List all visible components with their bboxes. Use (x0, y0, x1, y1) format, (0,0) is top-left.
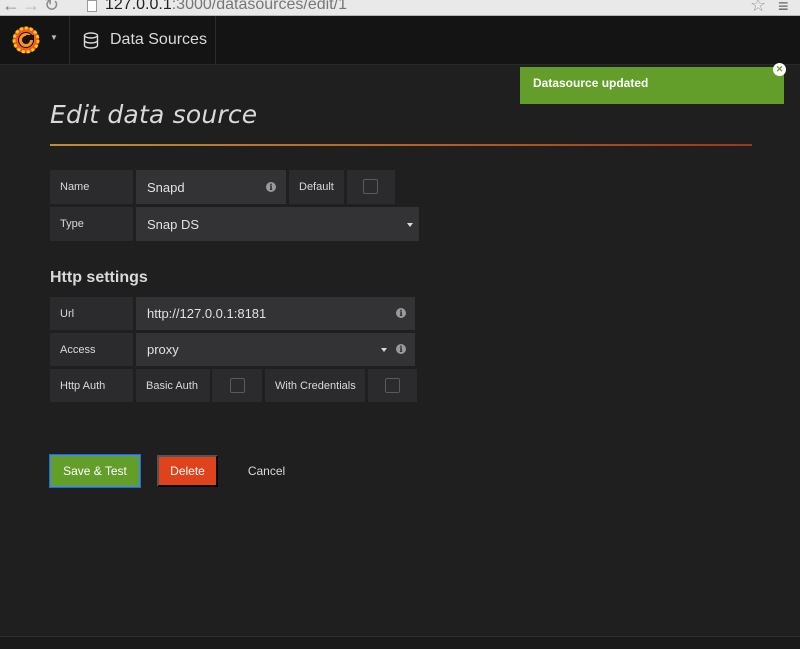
toast-message: Datasource updated (533, 76, 649, 90)
cancel-link[interactable]: Cancel (235, 455, 298, 487)
close-icon[interactable]: ✕ (773, 63, 786, 76)
header-divider (50, 144, 752, 146)
top-navbar: ▼ Data Sources (0, 16, 800, 65)
bookmark-star-icon[interactable]: ☆ (750, 0, 766, 16)
url-label: Url (50, 297, 133, 330)
back-arrow-icon[interactable]: ← (2, 0, 20, 14)
basic-auth-checkbox[interactable] (230, 378, 245, 393)
page-title: Edit data source (50, 100, 258, 129)
save-and-test-button[interactable]: Save & Test (50, 455, 140, 487)
default-checkbox[interactable] (363, 179, 378, 194)
delete-button[interactable]: Delete (157, 455, 218, 487)
with-credentials-label: With Credentials (265, 369, 365, 402)
with-credentials-checkbox[interactable] (385, 378, 400, 393)
info-icon[interactable]: i (396, 308, 406, 318)
basic-auth-label: Basic Auth (136, 369, 210, 402)
with-credentials-checkbox-cell (368, 369, 417, 402)
url-input[interactable]: http://127.0.0.1:8181 (136, 297, 415, 330)
reload-icon[interactable]: ↻ (44, 0, 59, 14)
info-icon[interactable]: i (266, 182, 276, 192)
type-value: Snap DS (147, 216, 200, 232)
type-label: Type (50, 207, 133, 241)
grafana-logo-icon (12, 26, 40, 54)
info-icon[interactable]: i (396, 344, 406, 354)
address-bar[interactable]: 127.0.0.1:3000/datasources/edit/1 (105, 0, 347, 14)
name-input[interactable]: Snapd (136, 170, 286, 204)
default-label: Default (289, 170, 344, 204)
caret-down-icon (381, 348, 387, 352)
chevron-down-icon: ▼ (50, 33, 58, 42)
forward-arrow-icon[interactable]: → (22, 0, 40, 14)
access-label: Access (50, 333, 133, 366)
url-value: http://127.0.0.1:8181 (147, 306, 267, 321)
basic-auth-checkbox-cell (212, 369, 262, 402)
access-select[interactable]: proxy (136, 333, 415, 366)
browser-menu-icon[interactable]: ≡ (778, 0, 789, 17)
nav-data-sources[interactable]: Data Sources (70, 16, 216, 65)
grafana-menu-button[interactable]: ▼ (0, 16, 70, 65)
success-toast: Datasource updated (520, 67, 784, 104)
name-value: Snapd (147, 179, 185, 195)
browser-toolbar: ← → ↻ 127.0.0.1:3000/datasources/edit/1 … (0, 0, 800, 16)
type-select[interactable]: Snap DS (136, 207, 419, 241)
page-icon (87, 0, 97, 12)
url-host: 127.0.0.1 (105, 0, 172, 13)
http-auth-label: Http Auth (50, 369, 133, 402)
name-label: Name (50, 170, 133, 204)
database-icon (83, 32, 99, 49)
default-checkbox-cell (347, 170, 395, 204)
footer (0, 636, 800, 649)
caret-down-icon (407, 223, 413, 227)
nav-data-sources-label: Data Sources (110, 31, 207, 48)
url-path: :3000/datasources/edit/1 (171, 0, 347, 13)
access-value: proxy (147, 342, 179, 357)
http-settings-heading: Http settings (50, 269, 148, 286)
